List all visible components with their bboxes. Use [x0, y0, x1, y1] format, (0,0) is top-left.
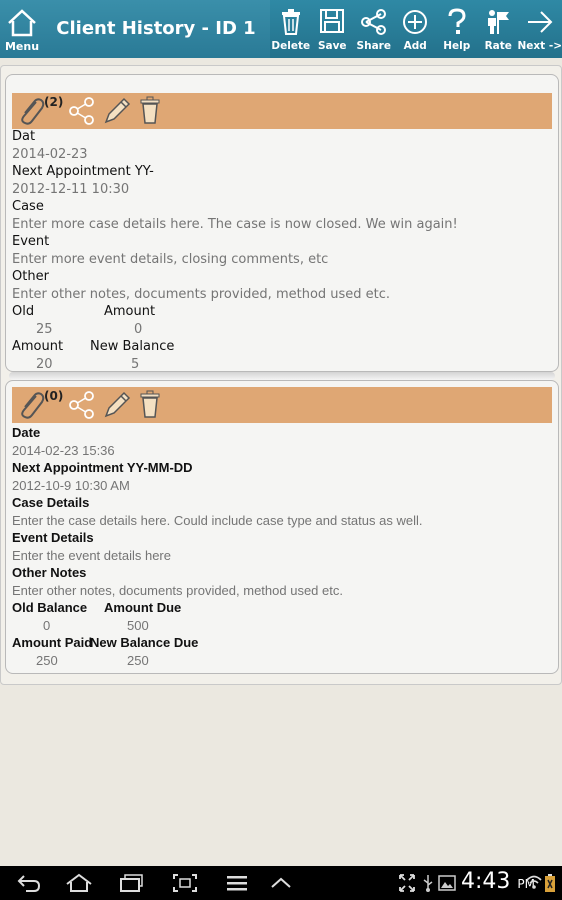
pencil-icon[interactable] — [102, 96, 132, 126]
menu-icon[interactable] — [226, 873, 248, 893]
home-icon[interactable] — [64, 873, 94, 893]
history-record[interactable]: (0) Date 2014-02-23 15:36 Next Appointme… — [5, 380, 559, 674]
other-value: Enter other notes, documents provided, m… — [12, 287, 391, 302]
trash-icon — [281, 9, 300, 35]
trash-icon[interactable] — [138, 96, 162, 126]
case-label: Case Details — [12, 495, 90, 510]
screenshot-icon[interactable] — [172, 873, 198, 893]
other-label: Other — [12, 269, 49, 284]
amount-due-value: 500 — [127, 618, 149, 633]
menu-button[interactable]: Menu — [0, 0, 44, 58]
amount-paid-label: Amount Paid — [12, 635, 93, 650]
clock: 4:43 PM — [461, 869, 535, 894]
date-value: 2014-02-23 15:36 — [12, 443, 115, 458]
add-button[interactable]: Add — [395, 0, 437, 58]
old-balance-value: 25 — [36, 322, 53, 337]
back-icon[interactable] — [16, 873, 42, 893]
next-appointment-label: Next Appointment YY- — [12, 164, 154, 179]
next-button[interactable]: Next -> — [517, 0, 562, 58]
new-balance-label: New Balance — [90, 339, 175, 354]
amount-due-label: Amount — [104, 304, 156, 319]
old-balance-label: Old Balance — [12, 600, 88, 615]
new-balance-value: 250 — [127, 653, 149, 668]
record-toolbar: (2) — [12, 93, 552, 129]
usb-icon — [423, 875, 433, 892]
save-button[interactable]: Save — [312, 0, 354, 58]
record-toolbar: (0) — [12, 387, 552, 423]
paperclip-icon[interactable] — [16, 390, 46, 420]
wifi-icon — [526, 875, 542, 889]
paperclip-icon[interactable] — [16, 96, 46, 126]
action-bar: Menu Client History - ID 1 Delete Save S… — [0, 0, 562, 58]
fullscreen-icon — [399, 874, 415, 892]
help-button[interactable]: Help — [436, 0, 478, 58]
other-value: Enter other notes, documents provided, m… — [12, 583, 343, 598]
home-icon — [8, 9, 36, 37]
date-label: Dat — [12, 129, 36, 144]
share-icon[interactable] — [68, 390, 96, 420]
case-value: Enter more case details here. The case i… — [12, 217, 458, 232]
next-appointment-value: 2012-12-11 10:30 — [12, 182, 130, 197]
event-label: Event Details — [12, 530, 94, 545]
amount-due-label: Amount Due — [104, 600, 182, 615]
gallery-icon — [438, 875, 456, 891]
history-record[interactable]: (2) Dat 2014-02-23 Next Appointment YY- … — [5, 74, 559, 372]
share-button[interactable]: Share — [353, 0, 395, 58]
amount-due-value: 0 — [134, 322, 143, 337]
attachment-count: (2) — [44, 95, 64, 109]
history-list: (2) Dat 2014-02-23 Next Appointment YY- … — [0, 65, 562, 685]
next-appointment-value: 2012-10-9 10:30 AM — [12, 478, 130, 493]
case-label: Case — [12, 199, 44, 214]
menu-label: Menu — [4, 40, 40, 53]
event-label: Event — [12, 234, 50, 249]
date-label: Date — [12, 425, 41, 440]
share-icon[interactable] — [68, 96, 96, 126]
amount-paid-label: Amount — [12, 339, 64, 354]
page-title: Client History - ID 1 — [56, 18, 256, 39]
rate-icon — [488, 10, 510, 34]
divider — [9, 372, 555, 380]
date-value: 2014-02-23 — [12, 147, 88, 162]
trash-icon[interactable] — [138, 390, 162, 420]
share-icon — [360, 9, 386, 35]
next-label: Next -> — [517, 40, 562, 52]
amount-paid-value: 250 — [36, 653, 58, 668]
pencil-icon[interactable] — [102, 390, 132, 420]
new-balance-label: New Balance Due — [90, 635, 199, 650]
question-icon — [448, 8, 466, 34]
floppy-icon — [320, 9, 345, 33]
attachment-count: (0) — [44, 389, 64, 403]
other-label: Other Notes — [12, 565, 87, 580]
clock-time: 4:43 — [461, 869, 511, 894]
event-value: Enter more event details, closing commen… — [12, 252, 329, 267]
next-appointment-label: Next Appointment YY-MM-DD — [12, 460, 193, 475]
system-nav-bar: 4:43 PM — [0, 866, 562, 900]
recent-apps-icon[interactable] — [118, 873, 144, 893]
case-value: Enter the case details here. Could inclu… — [12, 513, 423, 528]
battery-icon — [545, 874, 555, 892]
old-balance-label: Old — [12, 304, 35, 319]
rate-button[interactable]: Rate — [478, 0, 520, 58]
delete-button[interactable]: Delete — [270, 0, 312, 58]
action-buttons: Delete Save Share Add Help Rate Next -> — [270, 0, 562, 58]
plus-circle-icon — [403, 10, 428, 34]
old-balance-value: 0 — [43, 618, 51, 633]
arrow-right-icon — [527, 11, 553, 33]
event-value: Enter the event details here — [12, 548, 171, 563]
chevron-up-icon[interactable] — [270, 873, 292, 893]
